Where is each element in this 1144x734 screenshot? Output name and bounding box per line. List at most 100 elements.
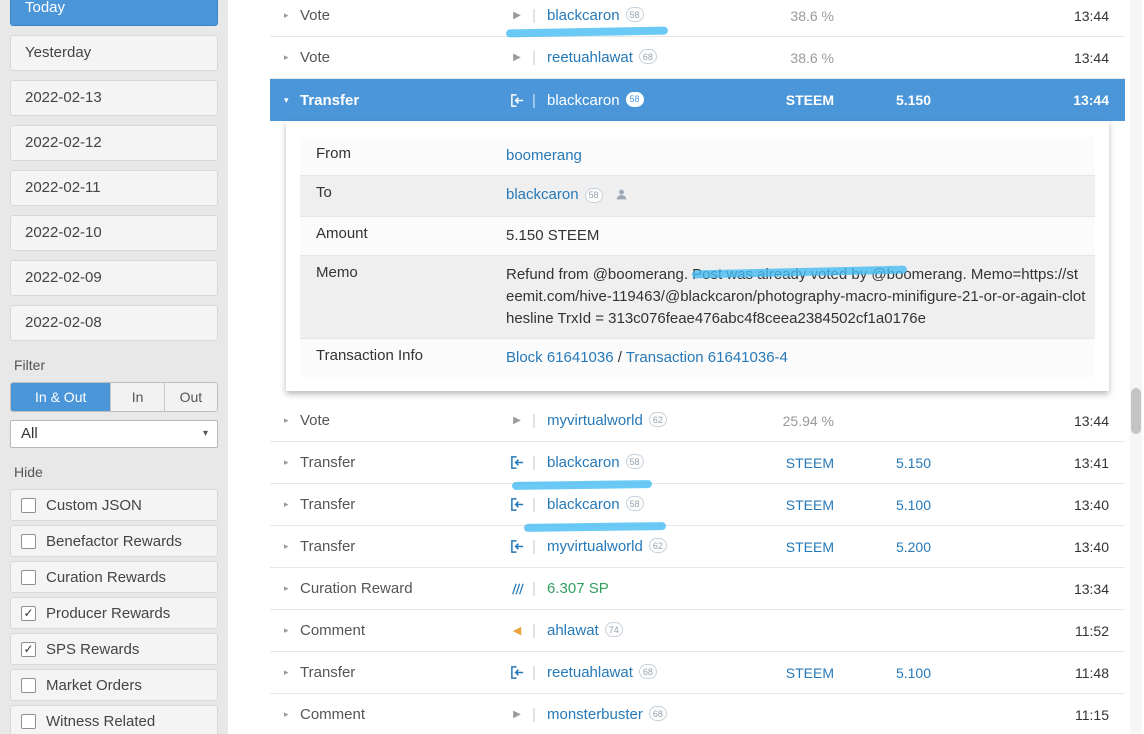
user-link[interactable]: blackcaron	[547, 496, 620, 513]
sidebar-date-item[interactable]: 2022-02-11	[10, 170, 218, 206]
operation-time: 13:41	[1073, 454, 1109, 471]
filter-out-button[interactable]: Out	[164, 383, 217, 411]
operation-row[interactable]: Transfer | blackcaron 58 STEEM 5.150 13:4…	[270, 442, 1125, 484]
filter-in-and-out-button[interactable]: In & Out	[11, 383, 112, 411]
token-symbol[interactable]: STEEM	[759, 92, 834, 108]
operation-row[interactable]: Transfer | reetuahlawat 68 STEEM 5.100 11…	[270, 652, 1125, 694]
person-icon[interactable]	[615, 186, 628, 208]
expand-caret-icon[interactable]	[284, 583, 300, 594]
filter-in-button[interactable]: In	[111, 383, 165, 411]
sidebar-date-yesterday[interactable]: Yesterday	[10, 35, 218, 71]
sidebar-date-today[interactable]: Today	[10, 0, 218, 26]
checkbox-checked-icon[interactable]	[21, 605, 36, 621]
detail-label: From	[316, 145, 351, 162]
user-link[interactable]: myvirtualworld	[547, 538, 643, 555]
operation-row[interactable]: Comment | ahlawat 74 11:52	[270, 610, 1125, 652]
operation-time: 11:15	[1075, 706, 1109, 723]
reputation-badge: 68	[638, 49, 657, 64]
operation-row[interactable]: Vote | blackcaron 58 38.6 % 13:44	[270, 0, 1125, 37]
sidebar-date-item[interactable]: 2022-02-13	[10, 80, 218, 116]
hide-option-benefactor-rewards[interactable]: Benefactor Rewards	[10, 525, 218, 557]
detail-row-amount: Amount 5.150 STEEM	[300, 217, 1095, 256]
amount-value[interactable]: 5.150	[834, 92, 931, 108]
sidebar-date-item[interactable]: 2022-02-09	[10, 260, 218, 296]
user-link[interactable]: blackcaron	[547, 454, 620, 471]
checkbox-icon[interactable]	[21, 497, 36, 513]
user-link[interactable]: blackcaron	[547, 92, 620, 109]
detail-row-transaction-info: Transaction Info Block 61641036 / Transa…	[300, 339, 1095, 377]
separator: |	[532, 49, 536, 66]
reputation-badge: 58	[625, 454, 644, 469]
token-symbol[interactable]: STEEM	[759, 665, 834, 681]
separator: |	[532, 91, 536, 109]
amount-value[interactable]: 5.200	[834, 539, 931, 555]
expand-caret-icon[interactable]	[284, 541, 300, 552]
amount-value[interactable]: 5.100	[834, 497, 931, 513]
sidebar-date-item[interactable]: 2022-02-08	[10, 305, 218, 341]
separator: |	[532, 706, 536, 723]
expand-caret-icon[interactable]	[284, 709, 300, 720]
detail-label: Memo	[316, 264, 358, 281]
hide-option-producer-rewards[interactable]: Producer Rewards	[10, 597, 218, 629]
to-user-link[interactable]: blackcaron	[506, 186, 579, 203]
separator: |	[532, 580, 536, 597]
direction-filter-group: In & Out In Out	[10, 382, 218, 412]
operation-row[interactable]: Comment | monsterbuster 68 11:15	[270, 694, 1125, 734]
reputation-badge: 68	[648, 706, 667, 721]
reward-amount-link[interactable]: 6.307 SP	[547, 580, 609, 597]
operation-row-expanded[interactable]: Transfer | blackcaron 58 STEEM 5.150 13:4…	[270, 79, 1125, 121]
transfer-detail-section: From boomerang To blackcaron 58 Amount 5.…	[270, 121, 1125, 391]
token-symbol[interactable]: STEEM	[759, 497, 834, 513]
expand-caret-icon[interactable]	[284, 415, 300, 426]
expand-caret-icon[interactable]	[284, 667, 300, 678]
checkbox-icon[interactable]	[21, 533, 36, 549]
checkbox-icon[interactable]	[21, 569, 36, 585]
user-link[interactable]: reetuahlawat	[547, 49, 633, 66]
operation-row[interactable]: Vote | reetuahlawat 68 38.6 % 13:44	[270, 37, 1125, 79]
curation-icon	[505, 582, 529, 596]
sidebar-date-item[interactable]: 2022-02-10	[10, 215, 218, 251]
checkbox-icon[interactable]	[21, 677, 36, 693]
sidebar-date-item[interactable]: 2022-02-12	[10, 125, 218, 161]
operation-time: 13:40	[1073, 538, 1109, 555]
expand-caret-icon[interactable]	[284, 499, 300, 510]
checkbox-checked-icon[interactable]	[21, 641, 36, 657]
expand-caret-icon[interactable]	[284, 10, 300, 21]
amount-value[interactable]: 5.150	[834, 455, 931, 471]
scrollbar-thumb[interactable]	[1131, 388, 1141, 434]
user-link[interactable]: ahlawat	[547, 622, 599, 639]
user-link[interactable]: myvirtualworld	[547, 412, 643, 429]
amount-value[interactable]: 5.100	[834, 665, 931, 681]
operation-type: Comment	[300, 622, 366, 639]
operation-type-dropdown[interactable]: All	[10, 420, 218, 448]
transfer-in-icon	[505, 665, 529, 680]
vote-percent: 25.94 %	[782, 412, 834, 429]
collapse-caret-icon[interactable]	[284, 95, 300, 106]
hide-option-market-orders[interactable]: Market Orders	[10, 669, 218, 701]
expand-caret-icon[interactable]	[284, 457, 300, 468]
detail-amount-value: 5.150 STEEM	[506, 227, 600, 244]
hide-option-custom-json[interactable]: Custom JSON	[10, 489, 218, 521]
token-symbol[interactable]: STEEM	[759, 539, 834, 555]
user-link[interactable]: monsterbuster	[547, 706, 643, 723]
transaction-link[interactable]: Transaction 61641036-4	[626, 349, 788, 366]
operation-type: Vote	[300, 412, 331, 429]
hide-option-sps-rewards[interactable]: SPS Rewards	[10, 633, 218, 665]
expand-caret-icon[interactable]	[284, 52, 300, 63]
block-link[interactable]: Block 61641036	[506, 349, 614, 366]
user-link[interactable]: reetuahlawat	[547, 664, 633, 681]
operation-row[interactable]: Transfer | blackcaron 58 STEEM 5.100 13:4…	[270, 484, 1125, 526]
user-link[interactable]: blackcaron	[547, 7, 620, 24]
checkbox-icon[interactable]	[21, 713, 36, 729]
scrollbar-track[interactable]	[1130, 0, 1142, 734]
from-user-link[interactable]: boomerang	[506, 147, 582, 164]
operation-row[interactable]: Vote | myvirtualworld 62 25.94 % 13:44	[270, 400, 1125, 442]
token-symbol[interactable]: STEEM	[759, 455, 834, 471]
expand-caret-icon[interactable]	[284, 625, 300, 636]
hide-option-curation-rewards[interactable]: Curation Rewards	[10, 561, 218, 593]
operation-row[interactable]: Curation Reward | 6.307 SP 13:34	[270, 568, 1125, 610]
separator: |	[532, 496, 536, 513]
operation-row[interactable]: Transfer | myvirtualworld62 STEEM 5.200 …	[270, 526, 1125, 568]
sidebar: Today Yesterday 2022-02-13 2022-02-12 20…	[0, 0, 228, 734]
hide-option-witness-related[interactable]: Witness Related	[10, 705, 218, 734]
